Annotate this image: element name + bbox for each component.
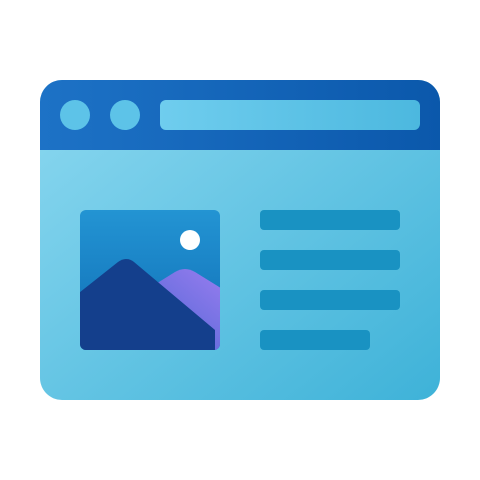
text-line-4 xyxy=(260,330,370,350)
address-bar xyxy=(160,100,420,130)
image-icon xyxy=(80,210,220,350)
window-dot-1 xyxy=(60,100,90,130)
text-line-3 xyxy=(260,290,400,310)
window-dot-2 xyxy=(110,100,140,130)
web-page-icon-canvas xyxy=(0,0,480,480)
sun-icon xyxy=(180,230,200,250)
web-page-icon xyxy=(40,80,440,400)
text-line-1 xyxy=(260,210,400,230)
text-line-2 xyxy=(260,250,400,270)
